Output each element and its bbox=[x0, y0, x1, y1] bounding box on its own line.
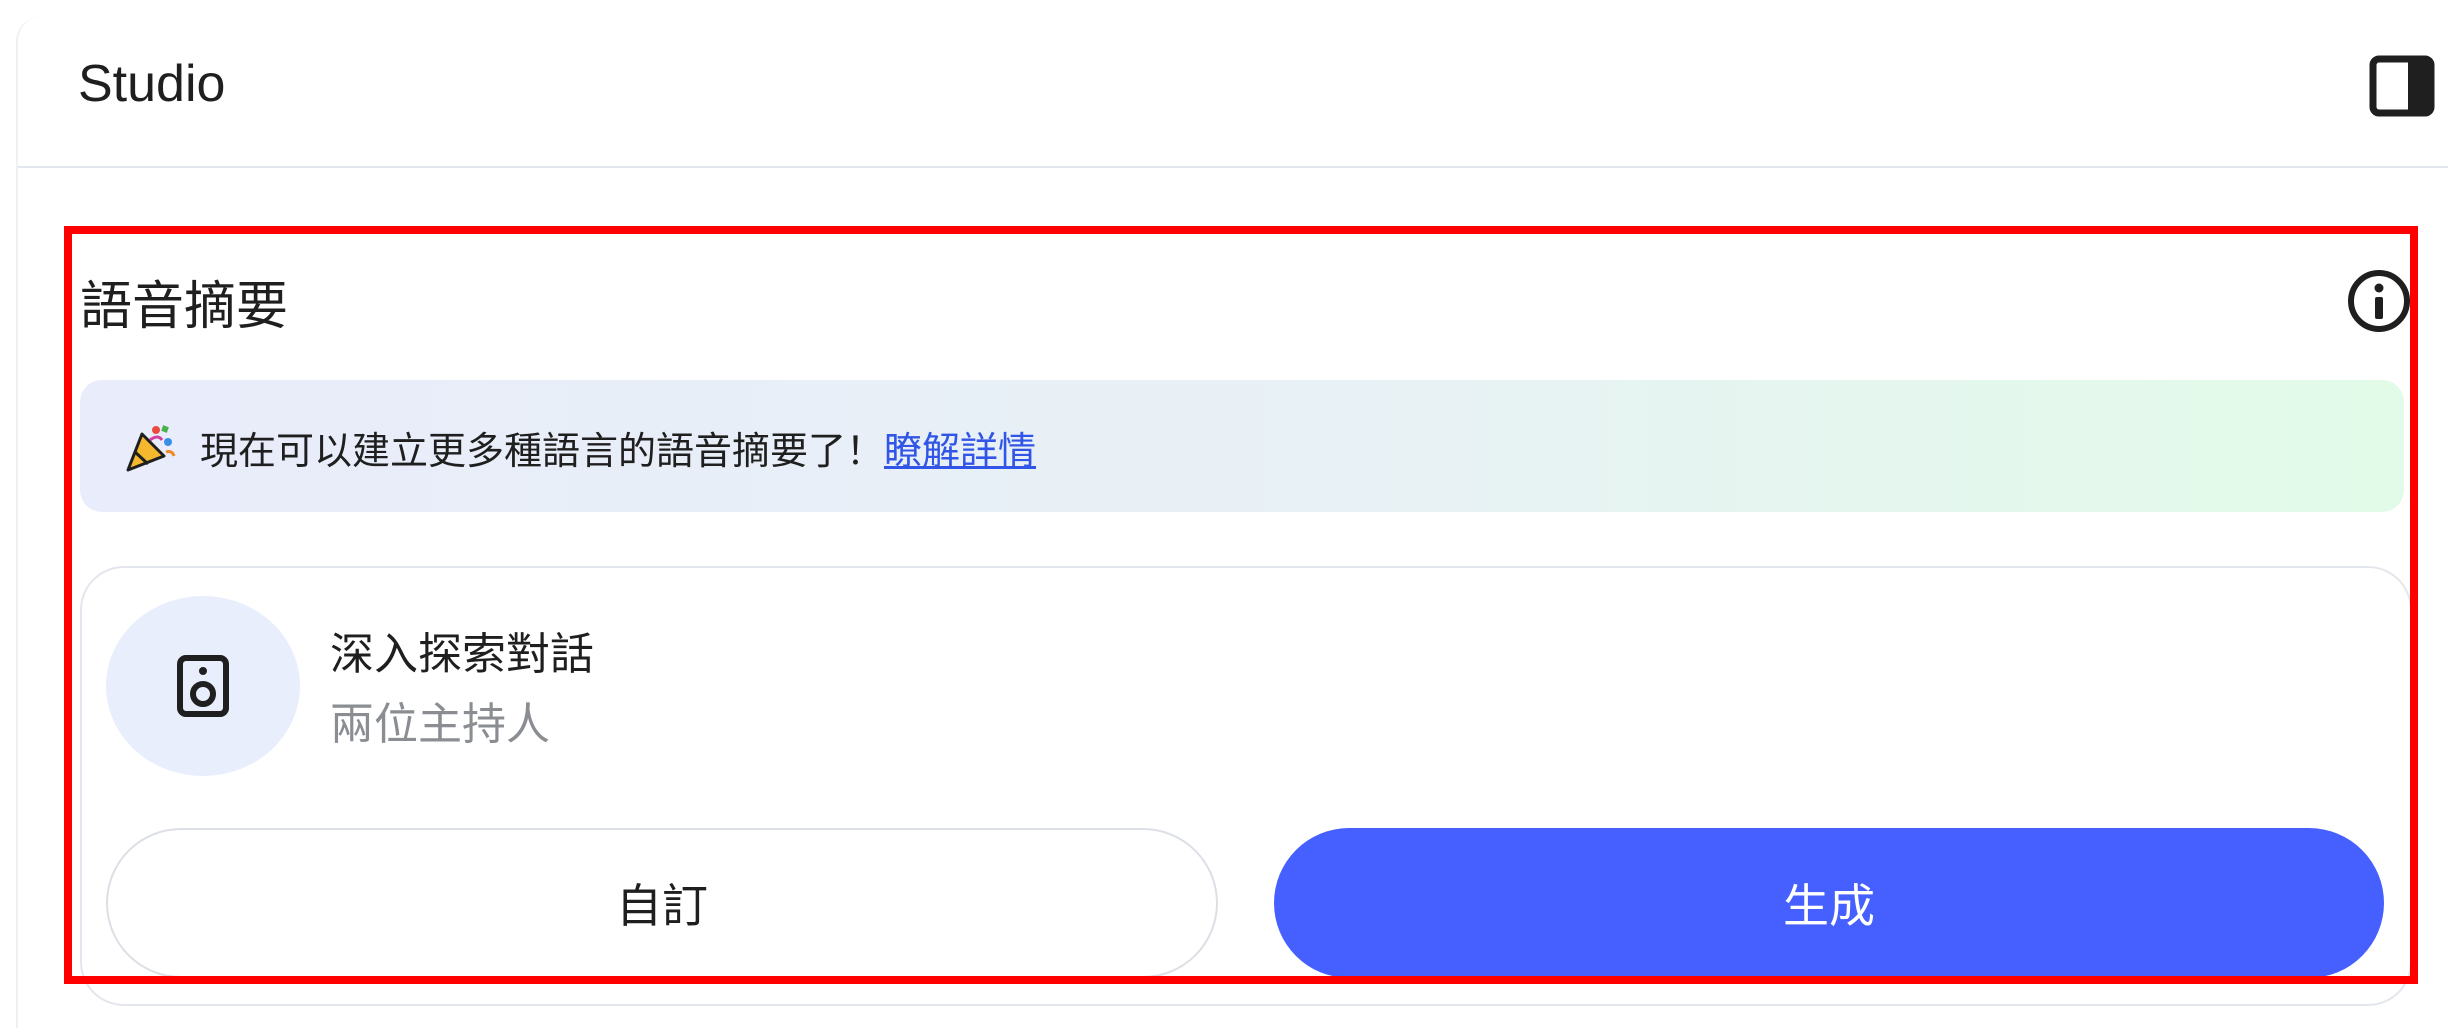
dock-right-icon[interactable] bbox=[2368, 54, 2436, 118]
studio-panel-screen: Studio 語音摘要 現在可以建立更多種語言的語音摘要了！瞭解詳情 深入探索對… bbox=[0, 0, 2462, 1028]
highlight-box bbox=[64, 226, 2418, 984]
panel-title: Studio bbox=[78, 55, 226, 113]
panel-header: Studio bbox=[18, 16, 2448, 168]
